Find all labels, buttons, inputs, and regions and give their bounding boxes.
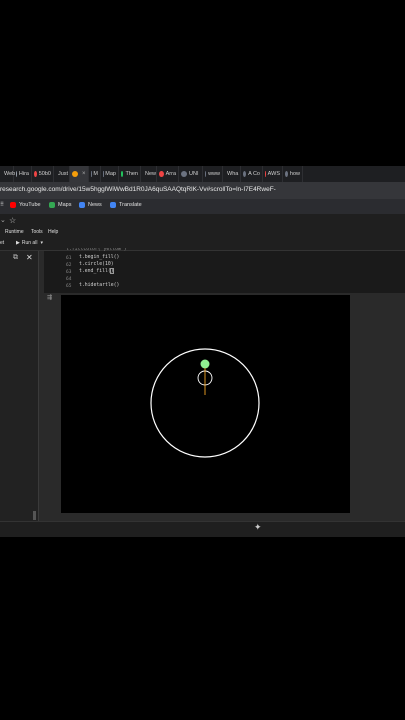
bookmarks-bar: ⠿ YouTube Maps News Translate (0, 199, 405, 214)
tab-favicon-icon (72, 171, 78, 177)
browser-tab[interactable]: Hira (14, 166, 32, 182)
news-icon (79, 202, 85, 208)
tab-label: Then (125, 171, 138, 177)
tab-label: how (289, 171, 300, 177)
code-line-cut: t.fillcolor("yellow") (66, 248, 127, 252)
panel-scrollbar[interactable] (33, 511, 36, 520)
tab-favicon-icon (285, 171, 288, 177)
apps-icon[interactable]: ⠿ (0, 202, 4, 208)
left-side-panel (0, 251, 39, 521)
browser-tab[interactable]: how (283, 166, 303, 182)
line-number: 62 (66, 263, 72, 268)
browser-tab[interactable]: Wha (223, 166, 241, 182)
turtle-drawing (150, 348, 260, 458)
bookmark-translate[interactable]: Translate (110, 202, 142, 208)
url-text[interactable]: research.google.com/drive/15w5hgglWiWwBd… (0, 186, 276, 193)
toolbar-fragment[interactable]: et (0, 240, 4, 246)
menu-tools[interactable]: Tools (31, 229, 43, 235)
share-icon[interactable]: ⌄ (0, 216, 6, 224)
tab-label: www (208, 171, 220, 177)
line-number: 63 (66, 270, 72, 275)
youtube-icon (10, 202, 16, 208)
tab-favicon-icon (34, 171, 37, 177)
code-line[interactable]: t.circle(10) (79, 262, 114, 267)
tab-label: Wha (227, 171, 239, 177)
tab-label: Hira (18, 171, 29, 177)
tab-favicon-icon (159, 171, 164, 177)
tab-favicon-icon (265, 171, 266, 177)
tab-label: New (145, 171, 157, 177)
sparkle-icon[interactable]: ✦ (254, 522, 262, 533)
translate-icon (110, 202, 116, 208)
bookmark-maps[interactable]: Maps (49, 202, 71, 208)
browser-tab-strip: Web Hira 50b0 Just × M Map Then New Arra UNI www Wha… (0, 166, 405, 182)
code-line[interactable]: t.end_fill() (79, 269, 114, 274)
tab-label: Arra (165, 171, 176, 177)
line-number: 64 (66, 277, 72, 282)
tab-favicon-icon (243, 171, 247, 177)
tab-label: 50b0 (38, 171, 51, 177)
green-dot (200, 359, 210, 369)
crescent-shape (194, 399, 216, 410)
menu-runtime[interactable]: Runtime (5, 229, 24, 235)
run-all-button[interactable]: ▶ Run all ▾ (16, 240, 43, 246)
bookmark-news[interactable]: News (79, 202, 102, 208)
browser-tab[interactable]: New (141, 166, 157, 182)
star-icon[interactable]: ☆ (9, 216, 16, 225)
chevron-down-icon: ▾ (40, 240, 43, 246)
bookmark-youtube[interactable]: YouTube (10, 202, 41, 208)
notebook-toolbar (0, 238, 405, 251)
maps-icon (49, 202, 55, 208)
tab-close-icon[interactable]: × (82, 171, 86, 177)
tab-label: M (93, 171, 98, 177)
line-number: 61 (66, 256, 72, 261)
tab-label: Just (58, 171, 69, 177)
status-bar (0, 521, 405, 537)
menu-help[interactable]: Help (48, 229, 58, 235)
tab-label: AWS (267, 171, 280, 177)
browser-tab[interactable]: 50b0 (32, 166, 54, 182)
browser-tab[interactable]: AWS (263, 166, 283, 182)
tab-label: UNI (189, 171, 199, 177)
tab-favicon-icon (121, 171, 124, 177)
browser-tab[interactable]: A Co (241, 166, 263, 182)
bookmark-label: Translate (119, 202, 142, 208)
browser-tab[interactable]: UNI (179, 166, 203, 182)
browser-tab[interactable]: × (70, 166, 89, 182)
tab-favicon-icon (181, 171, 187, 177)
tab-label: Map (105, 171, 116, 177)
bookmark-label: YouTube (19, 202, 41, 208)
tab-favicon-icon (16, 171, 17, 177)
browser-tab[interactable]: M (89, 166, 101, 182)
code-line[interactable]: t.begin_fill() (79, 255, 119, 260)
open-in-tab-icon[interactable]: ⧉ (13, 254, 18, 262)
turtle-output-canvas (61, 295, 350, 513)
output-menu-icon[interactable]: ⇶ (47, 294, 52, 301)
browser-tab[interactable]: www (203, 166, 223, 182)
tab-label: A Co (248, 171, 260, 177)
code-line[interactable]: t.hidetartle() (79, 283, 119, 288)
tab-favicon-icon (205, 171, 207, 177)
play-icon: ▶ (16, 240, 20, 246)
run-all-label: Run all (21, 240, 38, 246)
line-number: 65 (66, 284, 72, 289)
browser-tab[interactable]: Arra (157, 166, 179, 182)
text-cursor (110, 268, 114, 274)
browser-tab[interactable]: Map (101, 166, 119, 182)
close-icon[interactable]: ✕ (26, 253, 33, 262)
browser-tab[interactable]: Then (119, 166, 141, 182)
browser-tab[interactable]: Just (54, 166, 70, 182)
bookmark-label: Maps (58, 202, 72, 208)
browser-tab[interactable]: Web (0, 166, 15, 182)
bookmark-label: News (88, 202, 102, 208)
